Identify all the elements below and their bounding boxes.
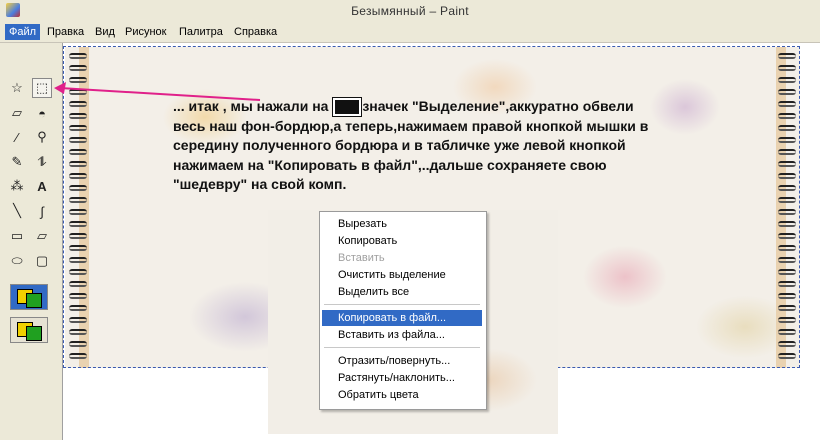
- menu-separator: [324, 347, 480, 348]
- menu-help[interactable]: Справка: [231, 25, 280, 39]
- select-tool-icon: [332, 97, 363, 118]
- eyedropper-icon[interactable]: ⁄: [7, 127, 27, 147]
- menu-item-copy-to-file[interactable]: Копировать в файл...: [322, 310, 482, 326]
- opaque-mode-button[interactable]: [10, 284, 48, 310]
- menu-item-stretch-skew[interactable]: Растянуть/наклонить...: [322, 370, 482, 386]
- menu-colors[interactable]: Палитра: [176, 25, 226, 39]
- menu-item-invert-colors[interactable]: Обратить цвета: [322, 387, 482, 403]
- rounded-rectangle-icon[interactable]: ▢: [32, 251, 52, 271]
- magnifier-icon[interactable]: ⚲: [32, 127, 52, 147]
- brush-icon[interactable]: ⥮: [32, 152, 52, 172]
- context-menu: Вырезать Копировать Вставить Очистить вы…: [319, 211, 487, 410]
- menu-bar: Файл Правка Вид Рисунок Палитра Справка: [0, 22, 820, 43]
- pencil-icon[interactable]: ✎: [7, 152, 27, 172]
- fill-icon[interactable]: ◓: [32, 103, 52, 123]
- menu-item-select-all[interactable]: Выделить все: [322, 284, 482, 300]
- menu-item-clear-selection[interactable]: Очистить выделение: [322, 267, 482, 283]
- menu-item-cut[interactable]: Вырезать: [322, 216, 482, 232]
- title-bar: Безымянный – Paint: [0, 0, 820, 23]
- menu-image[interactable]: Рисунок: [122, 25, 170, 39]
- toolbox: ☆ ⬚ ▱ ◓ ⁄ ⚲ ✎ ⥮ ⁂ A ╲ ∫ ▭ ▱ ⬭ ▢: [0, 43, 63, 440]
- menu-item-paste-from-file[interactable]: Вставить из файла...: [322, 327, 482, 343]
- ellipse-icon[interactable]: ⬭: [7, 251, 27, 271]
- curve-icon[interactable]: ∫: [32, 201, 52, 221]
- window-title: Безымянный – Paint: [351, 4, 469, 18]
- instruction-text: ... итак , мы нажали на значек "Выделени…: [173, 97, 653, 195]
- transparent-mode-button[interactable]: [10, 317, 48, 343]
- menu-item-flip-rotate[interactable]: Отразить/повернуть...: [322, 353, 482, 369]
- free-form-select-icon[interactable]: ☆: [7, 78, 27, 98]
- menu-separator: [324, 304, 480, 305]
- menu-item-copy[interactable]: Копировать: [322, 233, 482, 249]
- text-icon[interactable]: A: [32, 176, 52, 196]
- instruction-text-part1: ... итак , мы нажали на: [173, 98, 333, 114]
- rectangle-icon[interactable]: ▭: [7, 226, 27, 246]
- menu-edit[interactable]: Правка: [44, 25, 87, 39]
- menu-view[interactable]: Вид: [92, 25, 118, 39]
- eraser-icon[interactable]: ▱: [7, 103, 27, 123]
- menu-file[interactable]: Файл: [5, 24, 41, 40]
- polygon-icon[interactable]: ▱: [32, 226, 52, 246]
- line-icon[interactable]: ╲: [7, 201, 27, 221]
- menu-item-paste[interactable]: Вставить: [322, 250, 482, 266]
- select-icon[interactable]: ⬚: [32, 78, 52, 98]
- airbrush-icon[interactable]: ⁂: [7, 176, 27, 196]
